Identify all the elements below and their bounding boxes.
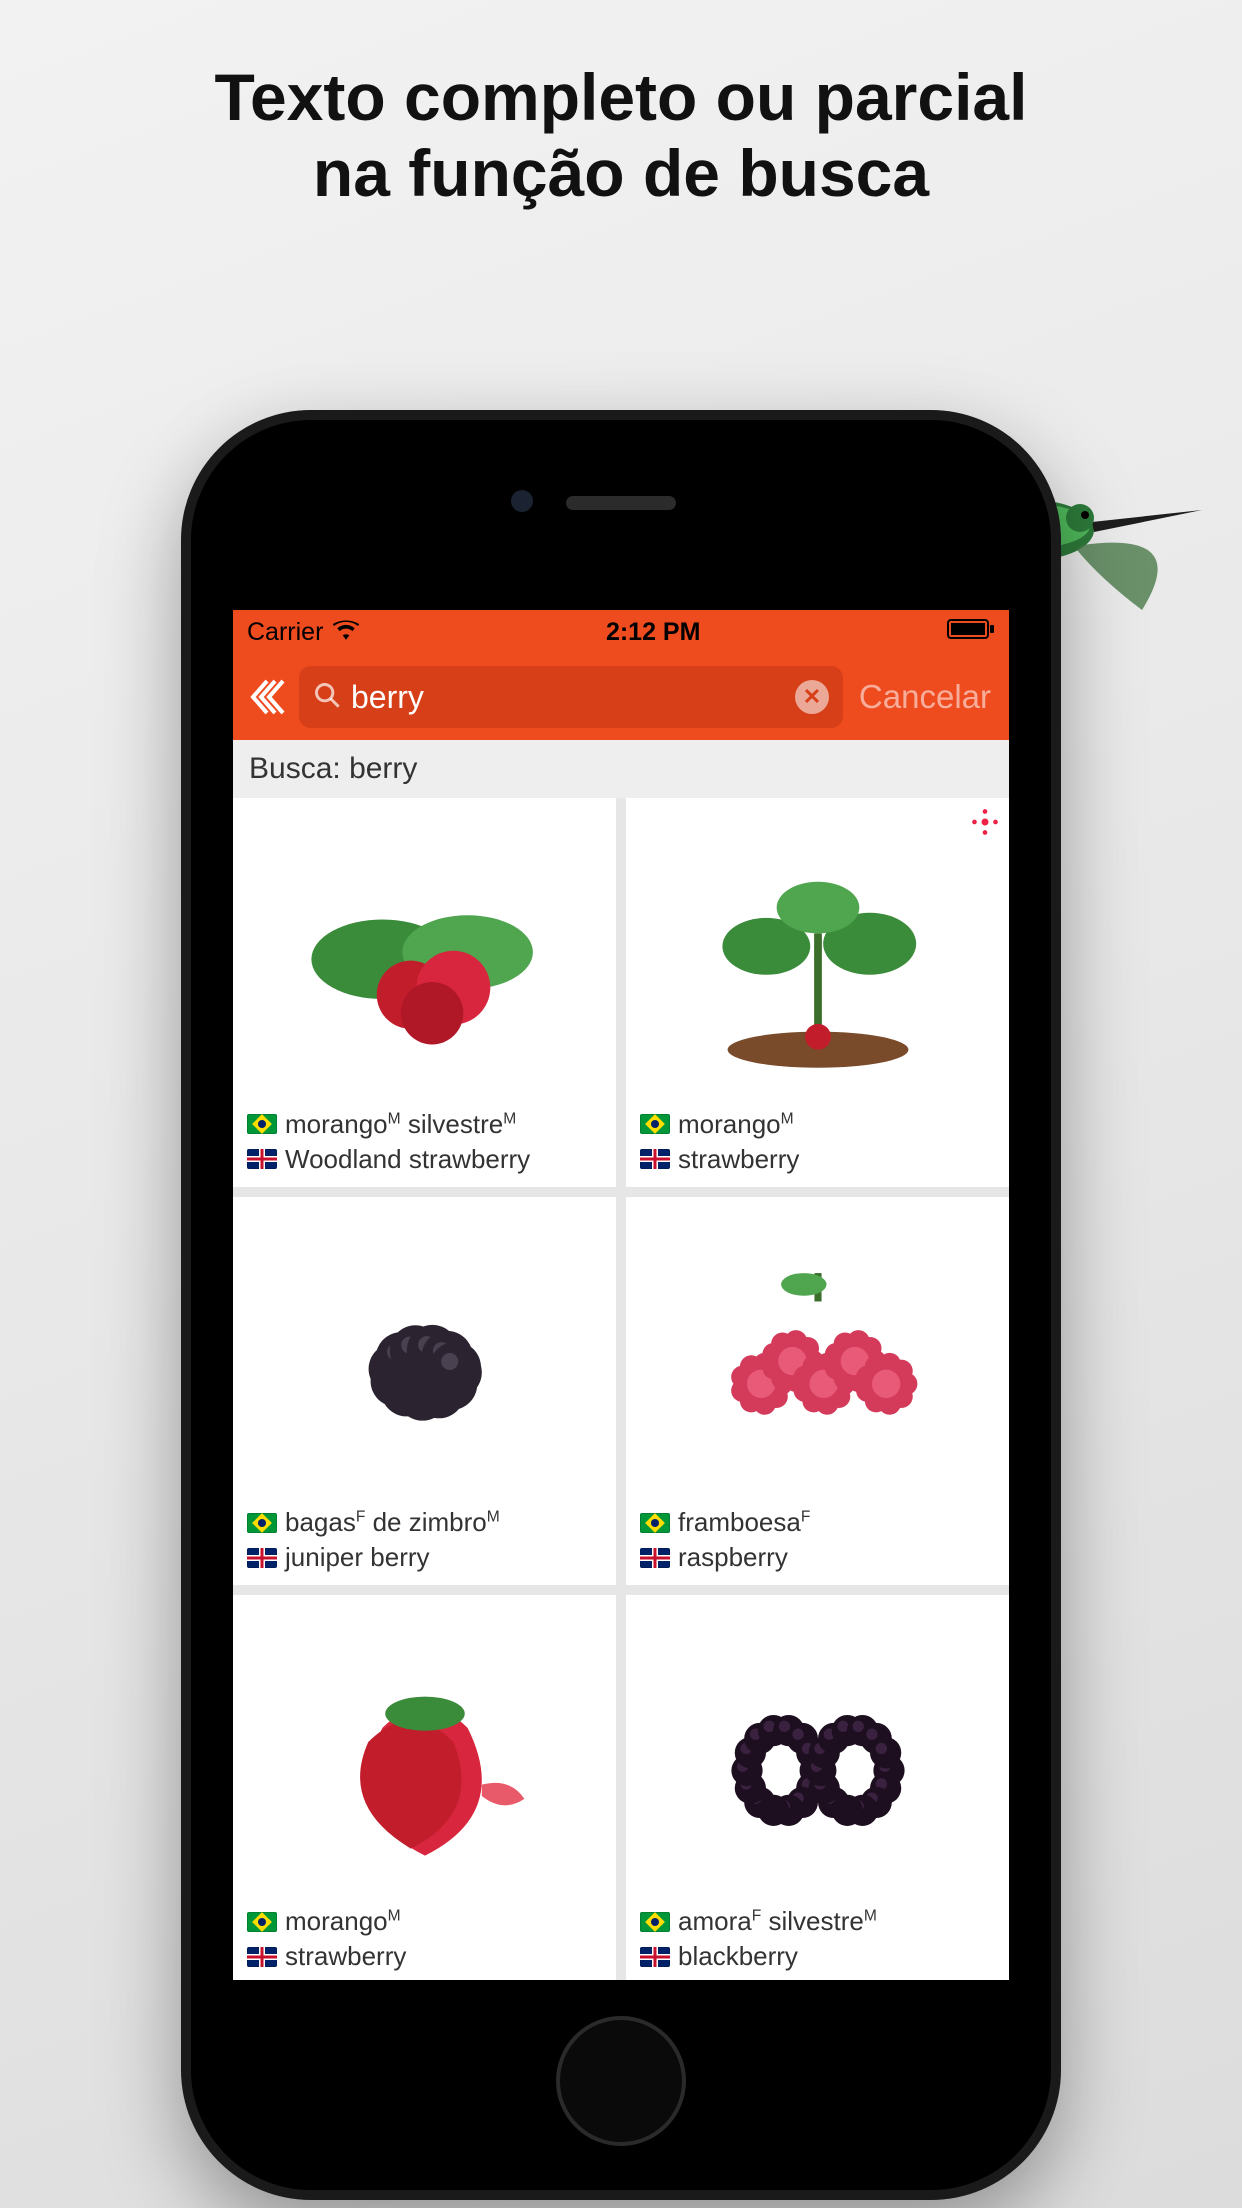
battery-icon	[947, 618, 995, 647]
promo-line1: Texto completo ou parcial	[0, 60, 1242, 136]
result-thumb	[247, 1611, 602, 1902]
label-english: blackberry	[640, 1941, 995, 1972]
flag-br-icon	[247, 1912, 277, 1932]
search-field[interactable]: berry ✕	[299, 666, 843, 728]
nav-bar: berry ✕ Cancelar	[233, 654, 1009, 740]
result-card[interactable]: morangoM silvestreM Woodland strawberry	[233, 798, 616, 1187]
promo-line2: na função de busca	[0, 136, 1242, 212]
status-bar: Carrier 2:12 PM	[233, 610, 1009, 654]
label-portuguese: amoraF silvestreM	[640, 1906, 995, 1937]
label-text-en: raspberry	[678, 1542, 788, 1573]
flag-br-icon	[247, 1513, 277, 1533]
label-english: strawberry	[247, 1941, 602, 1972]
label-text-en: Woodland strawberry	[285, 1144, 530, 1175]
app-screen: Carrier 2:12 PM	[233, 610, 1009, 1980]
result-card[interactable]: morangoM strawberry	[233, 1595, 616, 1980]
clear-search-icon[interactable]: ✕	[795, 680, 829, 714]
label-text-pt: morangoM	[678, 1109, 794, 1140]
label-text-en: strawberry	[678, 1144, 799, 1175]
detail-badge-icon	[971, 808, 999, 836]
flag-uk-icon	[247, 1947, 277, 1967]
label-english: juniper berry	[247, 1542, 602, 1573]
clock-label: 2:12 PM	[606, 618, 700, 647]
flag-uk-icon	[640, 1548, 670, 1568]
phone-camera	[511, 490, 533, 512]
label-english: strawberry	[640, 1144, 995, 1175]
flag-uk-icon	[247, 1149, 277, 1169]
back-button[interactable]	[245, 675, 289, 719]
result-thumb	[640, 1213, 995, 1504]
results-grid[interactable]: morangoM silvestreM Woodland strawberry …	[233, 798, 1009, 1980]
result-thumb	[247, 814, 602, 1105]
label-portuguese: framboesaF	[640, 1507, 995, 1538]
label-text-en: blackberry	[678, 1941, 798, 1972]
result-card[interactable]: amoraF silvestreM blackberry	[626, 1595, 1009, 1980]
label-text-pt: framboesaF	[678, 1507, 810, 1538]
result-card[interactable]: morangoM strawberry	[626, 798, 1009, 1187]
label-portuguese: morangoM	[247, 1906, 602, 1937]
flag-br-icon	[247, 1114, 277, 1134]
label-portuguese: bagasF de zimbroM	[247, 1507, 602, 1538]
label-text-pt: bagasF de zimbroM	[285, 1507, 500, 1538]
wifi-icon	[333, 618, 359, 647]
flag-br-icon	[640, 1513, 670, 1533]
carrier-label: Carrier	[247, 618, 323, 647]
label-text-pt: morangoM	[285, 1906, 401, 1937]
search-input[interactable]: berry	[351, 679, 785, 716]
flag-uk-icon	[640, 1947, 670, 1967]
result-thumb	[247, 1213, 602, 1504]
result-thumb	[640, 1611, 995, 1902]
label-text-en: strawberry	[285, 1941, 406, 1972]
flag-uk-icon	[640, 1149, 670, 1169]
label-text-en: juniper berry	[285, 1542, 430, 1573]
label-english: raspberry	[640, 1542, 995, 1573]
label-portuguese: morangoM silvestreM	[247, 1109, 602, 1140]
result-card[interactable]: bagasF de zimbroM juniper berry	[233, 1197, 616, 1586]
label-portuguese: morangoM	[640, 1109, 995, 1140]
label-text-pt: morangoM silvestreM	[285, 1109, 516, 1140]
flag-br-icon	[640, 1114, 670, 1134]
search-icon	[313, 681, 341, 714]
phone-speaker	[566, 496, 676, 510]
cancel-button[interactable]: Cancelar	[853, 678, 997, 716]
promo-heading: Texto completo ou parcial na função de b…	[0, 0, 1242, 212]
result-thumb	[640, 814, 995, 1105]
label-text-pt: amoraF silvestreM	[678, 1906, 877, 1937]
results-header: Busca: berry	[233, 740, 1009, 798]
label-english: Woodland strawberry	[247, 1144, 602, 1175]
home-button[interactable]	[556, 2016, 686, 2146]
flag-br-icon	[640, 1912, 670, 1932]
phone-bezel: Carrier 2:12 PM	[181, 410, 1061, 2200]
result-card[interactable]: framboesaF raspberry	[626, 1197, 1009, 1586]
flag-uk-icon	[247, 1548, 277, 1568]
